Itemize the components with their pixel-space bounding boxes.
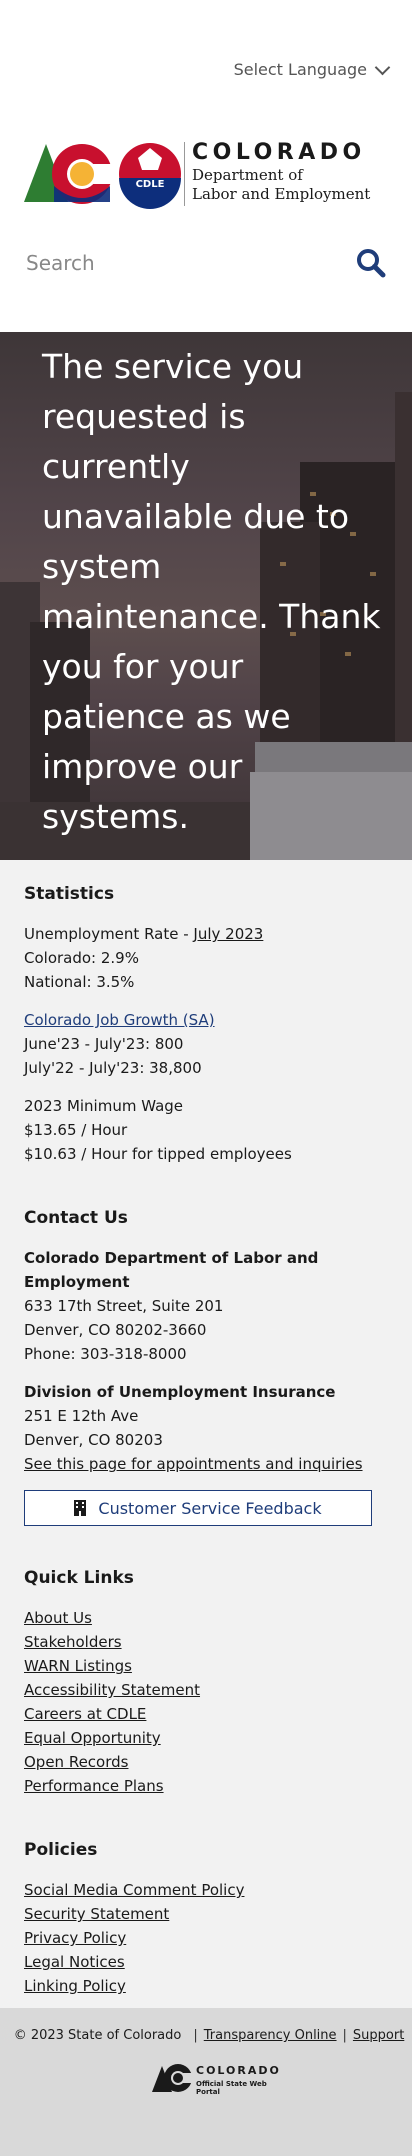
contact-title: Contact Us [24, 1208, 128, 1228]
colorado-c-mono-icon [152, 2064, 193, 2092]
quick-link-stakeholders[interactable]: Stakeholders [24, 1630, 388, 1654]
policy-linking[interactable]: Linking Policy [24, 1974, 388, 1998]
min-wage-title: 2023 Minimum Wage [24, 1097, 184, 1115]
customer-feedback-label: Customer Service Feedback [98, 1498, 322, 1518]
language-select[interactable]: Select Language [233, 59, 391, 79]
unemployment-month-link[interactable]: July 2023 [193, 925, 263, 943]
division-address-line2: Denver, CO 80203 [24, 1431, 163, 1449]
customer-feedback-button[interactable]: Customer Service Feedback [24, 1490, 372, 1526]
cdle-badge-text: CDLE [136, 179, 165, 190]
state-logo-subtitle: Official State Web Portal [196, 2080, 267, 2096]
quick-link-accessibility[interactable]: Accessibility Statement [24, 1678, 388, 1702]
state-logo-title: COLORADO [196, 2064, 281, 2077]
search-bar [26, 238, 388, 288]
wordmark-state: COLORADO [192, 140, 366, 165]
quick-links-title: Quick Links [24, 1568, 134, 1588]
bottom-bar: © 2023 State of Colorado | Transparency On… [0, 2008, 412, 2156]
chevron-down-icon [374, 59, 391, 75]
separator: | [193, 2028, 198, 2043]
state-portal-logo[interactable]: COLORADO Official State Web Portal [152, 2062, 292, 2098]
logo-divider [184, 142, 185, 206]
division-name: Division of Unemployment Insurance [24, 1383, 336, 1401]
quick-link-about-us[interactable]: About Us [24, 1606, 388, 1630]
job-growth-monthly: June'23 - July'23: 800 [24, 1035, 184, 1053]
job-growth-link[interactable]: Colorado Job Growth (SA) [24, 1011, 215, 1029]
job-growth-yearly: July'22 - July'23: 38,800 [24, 1059, 202, 1077]
transparency-online-link[interactable]: Transparency Online [204, 2028, 337, 2043]
wordmark-dept-line2: Labor and Employment [192, 185, 371, 203]
appointments-link[interactable]: See this page for appointments and inqui… [24, 1455, 363, 1473]
quick-link-performance-plans[interactable]: Performance Plans [24, 1774, 388, 1798]
bottom-links: © 2023 State of Colorado | Transparency On… [0, 2028, 412, 2043]
language-select-label: Select Language [233, 60, 367, 79]
policy-social-media[interactable]: Social Media Comment Policy [24, 1878, 388, 1902]
statistics-title: Statistics [24, 884, 115, 904]
contact-section: Contact Us Colorado Department of Labor … [24, 1208, 388, 1526]
quick-link-equal-opportunity[interactable]: Equal Opportunity [24, 1726, 388, 1750]
org-name: Colorado Department of Labor and Employm… [24, 1249, 319, 1291]
maintenance-hero: The service you requested is currently u… [0, 332, 412, 860]
quick-link-open-records[interactable]: Open Records [24, 1750, 388, 1774]
copyright-text: © 2023 State of Colorado [13, 2028, 182, 2043]
division-address-line1: 251 E 12th Ave [24, 1407, 139, 1425]
national-rate: National: 3.5% [24, 973, 135, 991]
search-input[interactable] [26, 251, 354, 275]
policy-privacy[interactable]: Privacy Policy [24, 1926, 388, 1950]
policies-title: Policies [24, 1840, 98, 1860]
statistics-section: Statistics Unemployment Rate - July 2023… [24, 884, 388, 1166]
org-address-line2: Denver, CO 80202-3660 [24, 1321, 207, 1339]
colorado-rate: Colorado: 2.9% [24, 949, 139, 967]
building-icon [74, 1500, 87, 1516]
min-wage-tipped: $10.63 / Hour for tipped employees [24, 1145, 292, 1163]
search-button[interactable] [354, 246, 388, 280]
quick-link-warn-listings[interactable]: WARN Listings [24, 1654, 388, 1678]
colorado-c-logo-icon: CDLE [24, 143, 181, 209]
maintenance-message: The service you requested is currently u… [42, 347, 381, 836]
unemployment-label: Unemployment Rate - [24, 925, 194, 943]
policies-section: Policies Social Media Comment Policy Sec… [24, 1840, 388, 1998]
support-link[interactable]: Support [353, 2028, 404, 2043]
min-wage-hourly: $13.65 / Hour [24, 1121, 128, 1139]
policy-legal-notices[interactable]: Legal Notices [24, 1950, 388, 1974]
org-address-line1: 633 17th Street, Suite 201 [24, 1297, 224, 1315]
quick-links-section: Quick Links About Us Stakeholders WARN L… [24, 1568, 388, 1798]
wordmark-dept-line1: Department of [192, 166, 303, 184]
quick-link-careers[interactable]: Careers at CDLE [24, 1702, 388, 1726]
cdle-logo[interactable]: CDLE COLORADO Department of Labor and Em… [24, 140, 394, 210]
separator: | [342, 2028, 347, 2043]
org-phone: Phone: 303-318-8000 [24, 1345, 187, 1363]
search-icon [357, 249, 386, 278]
footer-main: Statistics Unemployment Rate - July 2023… [0, 860, 412, 2008]
policy-security[interactable]: Security Statement [24, 1902, 388, 1926]
site-header: Select Language CDLE COLORADO Department… [0, 0, 412, 332]
cdle-wordmark: COLORADO Department of Labor and Employm… [184, 140, 371, 206]
